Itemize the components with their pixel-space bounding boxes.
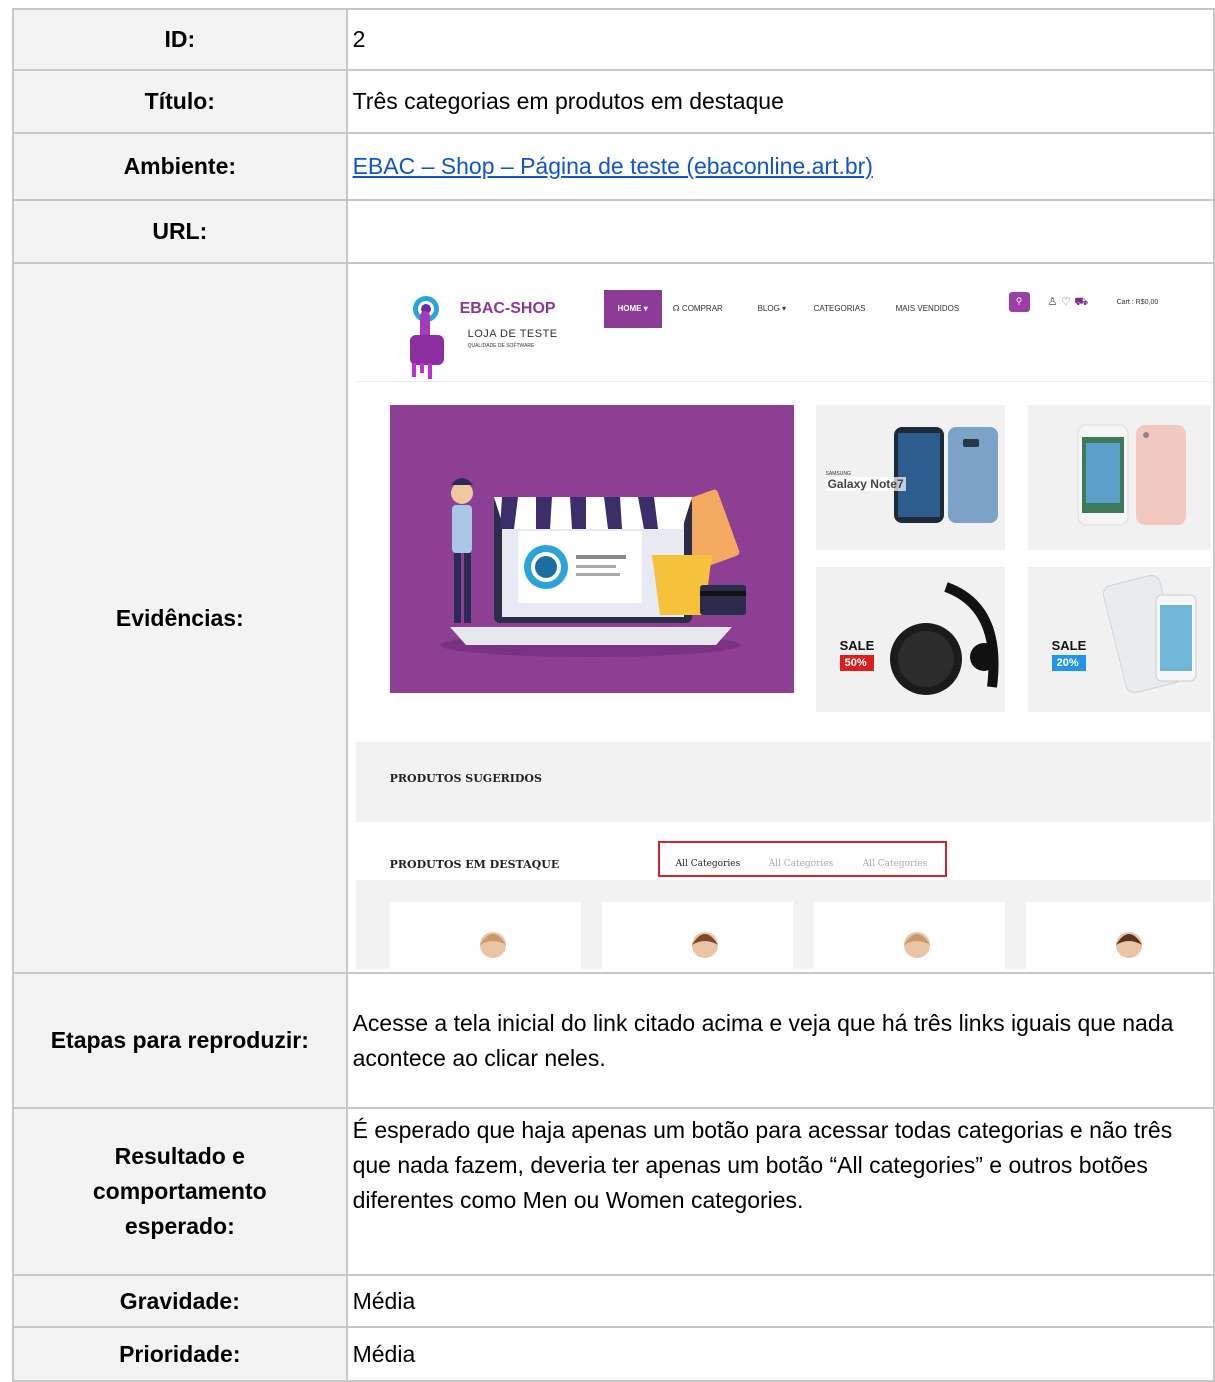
cart-total[interactable]: Cart : R$0,00 — [1117, 299, 1159, 306]
row-environment: Ambiente: EBAC – Shop – Página de teste … — [12, 132, 1215, 201]
headset-icon: ☊ — [672, 304, 682, 313]
phone-iphone-image — [1077, 424, 1186, 526]
galaxy-note7-label: Galaxy Note7 — [825, 477, 906, 491]
nav-categorias[interactable]: CATEGORIAS — [814, 290, 866, 328]
row-url: URL: — [12, 199, 1215, 264]
url-label: URL: — [12, 199, 348, 264]
nav-blog[interactable]: BLOG ▾ — [758, 290, 786, 328]
nav-comprar[interactable]: ☊ COMPRAR — [673, 290, 723, 328]
category-tab-3[interactable]: All Categories — [863, 859, 928, 869]
product-model-image — [903, 932, 930, 958]
id-label: ID: — [12, 8, 348, 71]
row-title: Título: Três categorias em produtos em d… — [12, 69, 1215, 134]
brand-subtitle: LOJA DE TESTE — [467, 328, 558, 340]
row-evidence: Evidências: EBAC-SHOP LOJA DE TESTE QUAL… — [12, 262, 1215, 974]
severity-label: Gravidade: — [12, 1274, 348, 1328]
title-value: Três categorias em produtos em destaque — [345, 69, 1215, 134]
environment-link[interactable]: EBAC – Shop – Página de teste (ebaconlin… — [353, 153, 873, 179]
row-id: ID: 2 — [12, 8, 1215, 71]
product-card[interactable] — [389, 902, 581, 969]
tile-pixel-sale[interactable]: SALE 20% — [1027, 567, 1211, 712]
steps-label: Etapas para reproduzir: — [12, 972, 348, 1109]
expected-value: É esperado que haja apenas um botão para… — [345, 1107, 1215, 1276]
bug-report-table: ID: 2 Título: Três categorias em produto… — [12, 8, 1215, 1382]
featured-products-title: PRODUTOS EM DESTAQUE — [389, 858, 560, 871]
product-model-image — [1115, 932, 1142, 958]
evidence-screenshot: EBAC-SHOP LOJA DE TESTE QUALIDADE DE SOF… — [355, 269, 1211, 969]
wishlist-icon[interactable]: ♡ — [1061, 295, 1071, 308]
row-severity: Gravidade: Média — [12, 1274, 1215, 1328]
expected-label: Resultado e comportamento esperado: — [12, 1107, 348, 1276]
header-icons: ♙ ♡ ⛟ — [1048, 295, 1089, 310]
suggested-products-title: PRODUTOS SUGERIDOS — [389, 772, 542, 785]
user-icon[interactable]: ♙ — [1048, 295, 1058, 308]
sale-badge-20: SALE 20% — [1051, 638, 1087, 671]
search-icon[interactable]: ⚲ — [1008, 292, 1030, 312]
sale-badge-50: SALE 50% — [839, 638, 875, 671]
url-value — [345, 199, 1215, 264]
logo-hand-icon — [409, 296, 444, 379]
evidence-label: Evidências: — [12, 262, 348, 974]
row-expected: Resultado e comportamento esperado: É es… — [12, 1107, 1215, 1276]
product-model-image — [691, 932, 718, 958]
store-illustration — [439, 478, 746, 657]
nav-home[interactable]: HOME ▾ — [603, 290, 662, 328]
id-value: 2 — [345, 8, 1215, 71]
cart-icon[interactable]: ⛟ — [1074, 295, 1088, 308]
category-tab-1[interactable]: All Categories — [676, 859, 741, 869]
suggested-products-band: PRODUTOS SUGERIDOS — [355, 742, 1211, 822]
hero-banner[interactable] — [389, 405, 794, 693]
product-model-image — [479, 932, 506, 958]
product-card[interactable] — [601, 902, 793, 969]
brand-name: EBAC-SHOP — [459, 300, 556, 317]
product-card[interactable] — [1025, 902, 1211, 969]
tile-headphones-sale[interactable]: SALE 50% — [815, 567, 1005, 712]
steps-value: Acesse a tela inicial do link citado aci… — [345, 972, 1215, 1109]
environment-label: Ambiente: — [12, 132, 348, 201]
product-card[interactable] — [813, 902, 1005, 969]
tile-galaxy-note7[interactable]: SAMSUNG Galaxy Note7 — [815, 405, 1005, 550]
row-steps: Etapas para reproduzir: Acesse a tela in… — [12, 972, 1215, 1109]
tile-iphone[interactable] — [1027, 405, 1211, 550]
shop-screenshot: EBAC-SHOP LOJA DE TESTE QUALIDADE DE SOF… — [355, 269, 1211, 969]
nav-mais-vendidos[interactable]: MAIS VENDIDOS — [896, 290, 960, 328]
severity-value: Média — [345, 1274, 1215, 1328]
title-label: Título: — [12, 69, 348, 134]
header-divider — [355, 381, 1211, 382]
category-tab-2[interactable]: All Categories — [769, 859, 834, 869]
brand-subtitle-2: QUALIDADE DE SOFTWARE — [467, 343, 535, 349]
